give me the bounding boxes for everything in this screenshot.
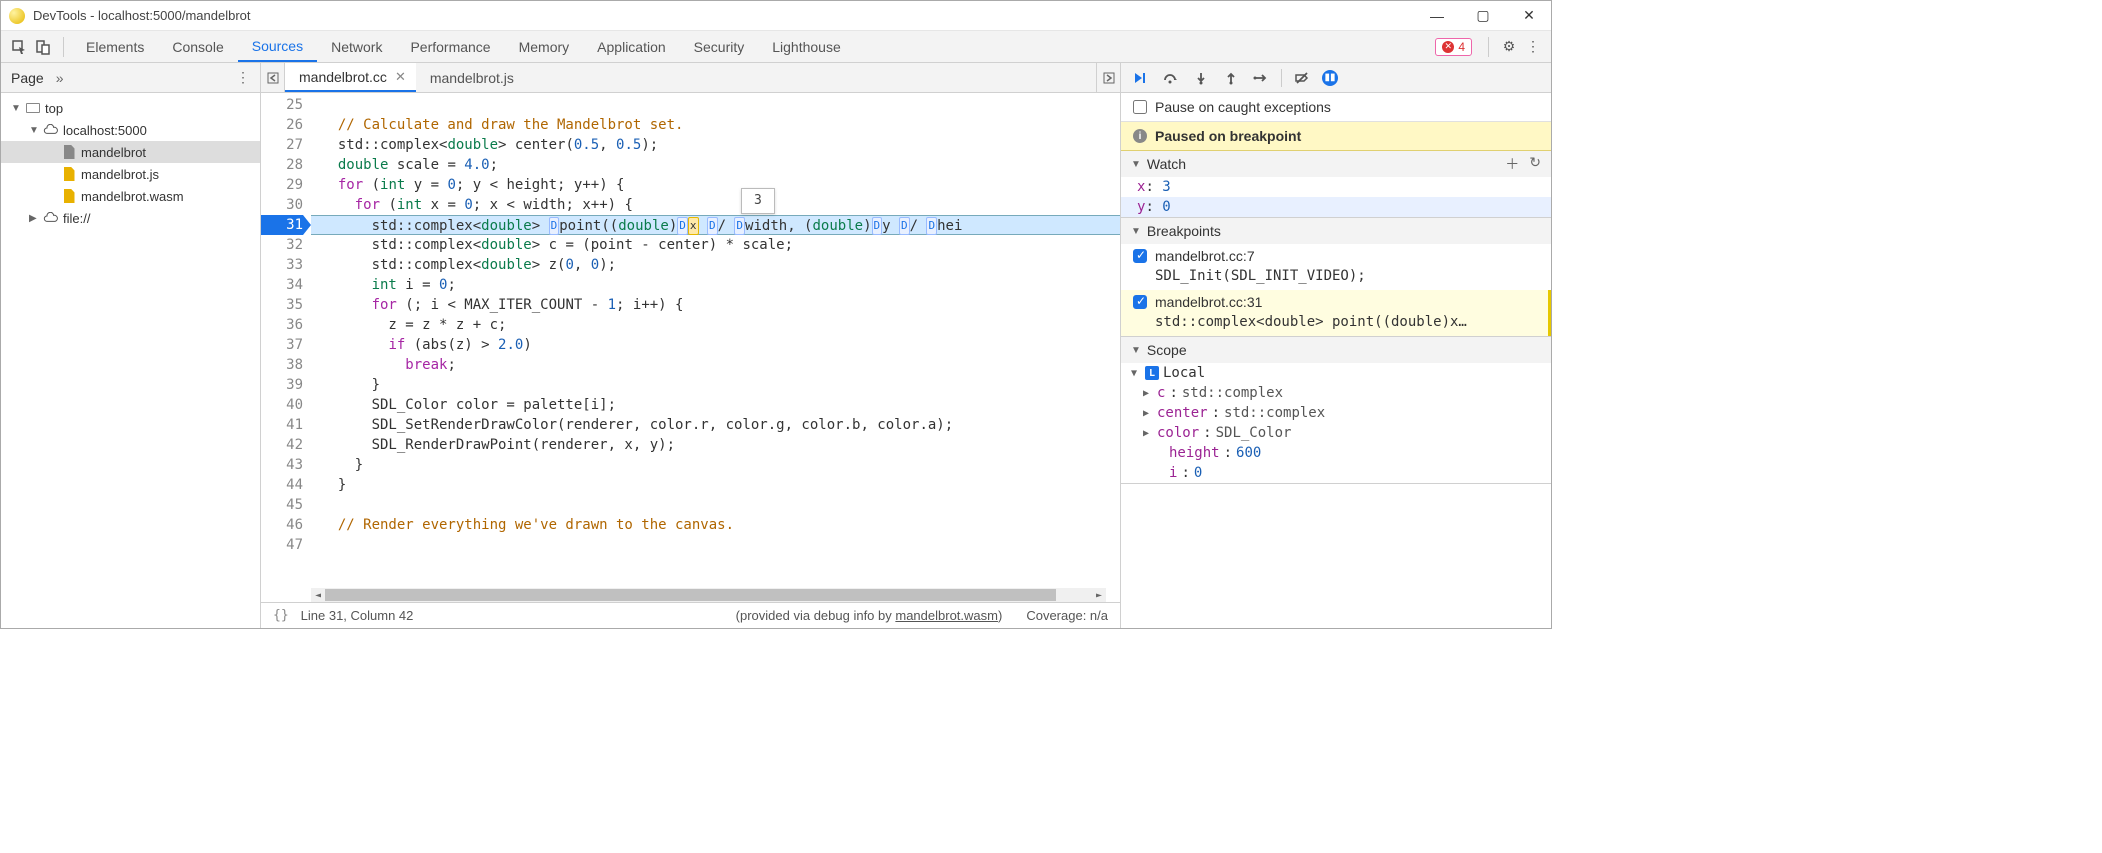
scope-item[interactable]: ▶c: std::complex <box>1121 383 1551 403</box>
step-over-icon[interactable] <box>1161 68 1181 88</box>
navigator-title: Page <box>11 70 44 86</box>
file-tree: ▼top▼localhost:5000mandelbrotmandelbrot.… <box>1 93 260 233</box>
close-button[interactable]: ✕ <box>1515 6 1543 26</box>
pause-caught-checkbox[interactable] <box>1133 100 1147 114</box>
file-tab[interactable]: mandelbrot.js <box>416 63 524 92</box>
debug-info-link[interactable]: mandelbrot.wasm <box>895 608 998 623</box>
breakpoint-checkbox[interactable] <box>1133 249 1147 263</box>
tab-security[interactable]: Security <box>680 31 759 62</box>
watch-item[interactable]: x: 3 <box>1121 177 1551 197</box>
main-toolbar: ElementsConsoleSourcesNetworkPerformance… <box>1 31 1551 63</box>
error-badge[interactable]: ✕4 <box>1435 38 1472 56</box>
minimize-button[interactable]: — <box>1423 6 1451 26</box>
tree-item[interactable]: mandelbrot <box>1 141 260 163</box>
step-icon[interactable] <box>1251 68 1271 88</box>
navigator-panel: Page » ⋮ ▼top▼localhost:5000mandelbrotma… <box>1 63 261 628</box>
settings-icon[interactable]: ⚙ <box>1497 35 1521 59</box>
step-into-icon[interactable] <box>1191 68 1211 88</box>
code-editor[interactable]: 2526272829303132333435363738394041424344… <box>261 93 1120 602</box>
tab-lighthouse[interactable]: Lighthouse <box>758 31 855 62</box>
watch-item[interactable]: y: 0 <box>1121 197 1551 217</box>
tab-nav-left-icon[interactable] <box>261 63 285 92</box>
scope-item[interactable]: height: 600 <box>1121 443 1551 463</box>
device-icon[interactable] <box>31 35 55 59</box>
close-tab-icon[interactable]: ✕ <box>395 69 406 85</box>
debugger-toolbar: ▮▮ <box>1121 63 1551 93</box>
breakpoint-checkbox[interactable] <box>1133 295 1147 309</box>
coverage-status: Coverage: n/a <box>1026 608 1108 623</box>
breakpoint-item[interactable]: mandelbrot.cc:31std::complex<double> poi… <box>1121 290 1551 336</box>
tab-application[interactable]: Application <box>583 31 680 62</box>
scope-item[interactable]: ▶center: std::complex <box>1121 403 1551 423</box>
navigator-menu-icon[interactable]: ⋮ <box>236 69 250 86</box>
inspect-icon[interactable] <box>7 35 31 59</box>
pretty-print-icon[interactable]: {} <box>273 608 289 623</box>
watch-header[interactable]: ▼Watch＋↻ <box>1121 151 1551 177</box>
tree-item[interactable]: ▼top <box>1 97 260 119</box>
error-count: 4 <box>1458 40 1465 54</box>
navigator-more-tabs[interactable]: » <box>56 70 64 86</box>
editor-panel: mandelbrot.cc✕mandelbrot.js 252627282930… <box>261 63 1121 628</box>
cursor-position: Line 31, Column 42 <box>301 608 414 623</box>
scope-section: ▼Scope ▼L Local▶c: std::complex▶center: … <box>1121 337 1551 484</box>
watch-add-icon[interactable]: ＋ <box>1505 154 1519 174</box>
tree-item[interactable]: ▶file:// <box>1 207 260 229</box>
deactivate-breakpoints-icon[interactable] <box>1292 68 1312 88</box>
scope-item[interactable]: i: 0 <box>1121 463 1551 483</box>
pause-caught-label: Pause on caught exceptions <box>1155 99 1331 115</box>
panel-tabs: ElementsConsoleSourcesNetworkPerformance… <box>72 31 855 62</box>
tree-item[interactable]: mandelbrot.js <box>1 163 260 185</box>
info-icon: i <box>1133 129 1147 143</box>
editor-statusbar: {} Line 31, Column 42 (provided via debu… <box>261 602 1120 628</box>
titlebar: DevTools - localhost:5000/mandelbrot — ▢… <box>1 1 1551 31</box>
breakpoints-header[interactable]: ▼Breakpoints <box>1121 218 1551 244</box>
tab-elements[interactable]: Elements <box>72 31 158 62</box>
scope-item[interactable]: ▼L Local <box>1121 363 1551 383</box>
tab-network[interactable]: Network <box>317 31 396 62</box>
debugger-panel: ▮▮ Pause on caught exceptions i Paused o… <box>1121 63 1551 628</box>
breakpoint-item[interactable]: mandelbrot.cc:7SDL_Init(SDL_INIT_VIDEO); <box>1121 244 1551 290</box>
window-title: DevTools - localhost:5000/mandelbrot <box>33 8 1423 23</box>
scope-item[interactable]: ▶color: SDL_Color <box>1121 423 1551 443</box>
tree-item[interactable]: mandelbrot.wasm <box>1 185 260 207</box>
value-tooltip: 3 <box>741 188 775 214</box>
watch-refresh-icon[interactable]: ↻ <box>1529 154 1541 174</box>
pause-caught-row: Pause on caught exceptions <box>1121 93 1551 122</box>
pause-state-icon[interactable]: ▮▮ <box>1322 70 1338 86</box>
paused-banner-text: Paused on breakpoint <box>1155 128 1301 144</box>
file-tab[interactable]: mandelbrot.cc✕ <box>285 63 416 92</box>
resume-icon[interactable] <box>1131 68 1151 88</box>
file-tabs: mandelbrot.cc✕mandelbrot.js <box>261 63 1120 93</box>
step-out-icon[interactable] <box>1221 68 1241 88</box>
scope-header[interactable]: ▼Scope <box>1121 337 1551 363</box>
watch-section: ▼Watch＋↻ x: 3y: 0 <box>1121 151 1551 218</box>
maximize-button[interactable]: ▢ <box>1469 6 1497 26</box>
tab-nav-right-icon[interactable] <box>1096 63 1120 92</box>
tab-console[interactable]: Console <box>158 31 237 62</box>
tab-memory[interactable]: Memory <box>505 31 584 62</box>
kebab-icon[interactable]: ⋮ <box>1521 35 1545 59</box>
tab-sources[interactable]: Sources <box>238 31 317 62</box>
tab-performance[interactable]: Performance <box>396 31 504 62</box>
tree-item[interactable]: ▼localhost:5000 <box>1 119 260 141</box>
horizontal-scrollbar[interactable]: ◄► <box>311 588 1106 602</box>
app-icon <box>9 8 25 24</box>
paused-banner: i Paused on breakpoint <box>1121 122 1551 151</box>
breakpoints-section: ▼Breakpoints mandelbrot.cc:7SDL_Init(SDL… <box>1121 218 1551 337</box>
